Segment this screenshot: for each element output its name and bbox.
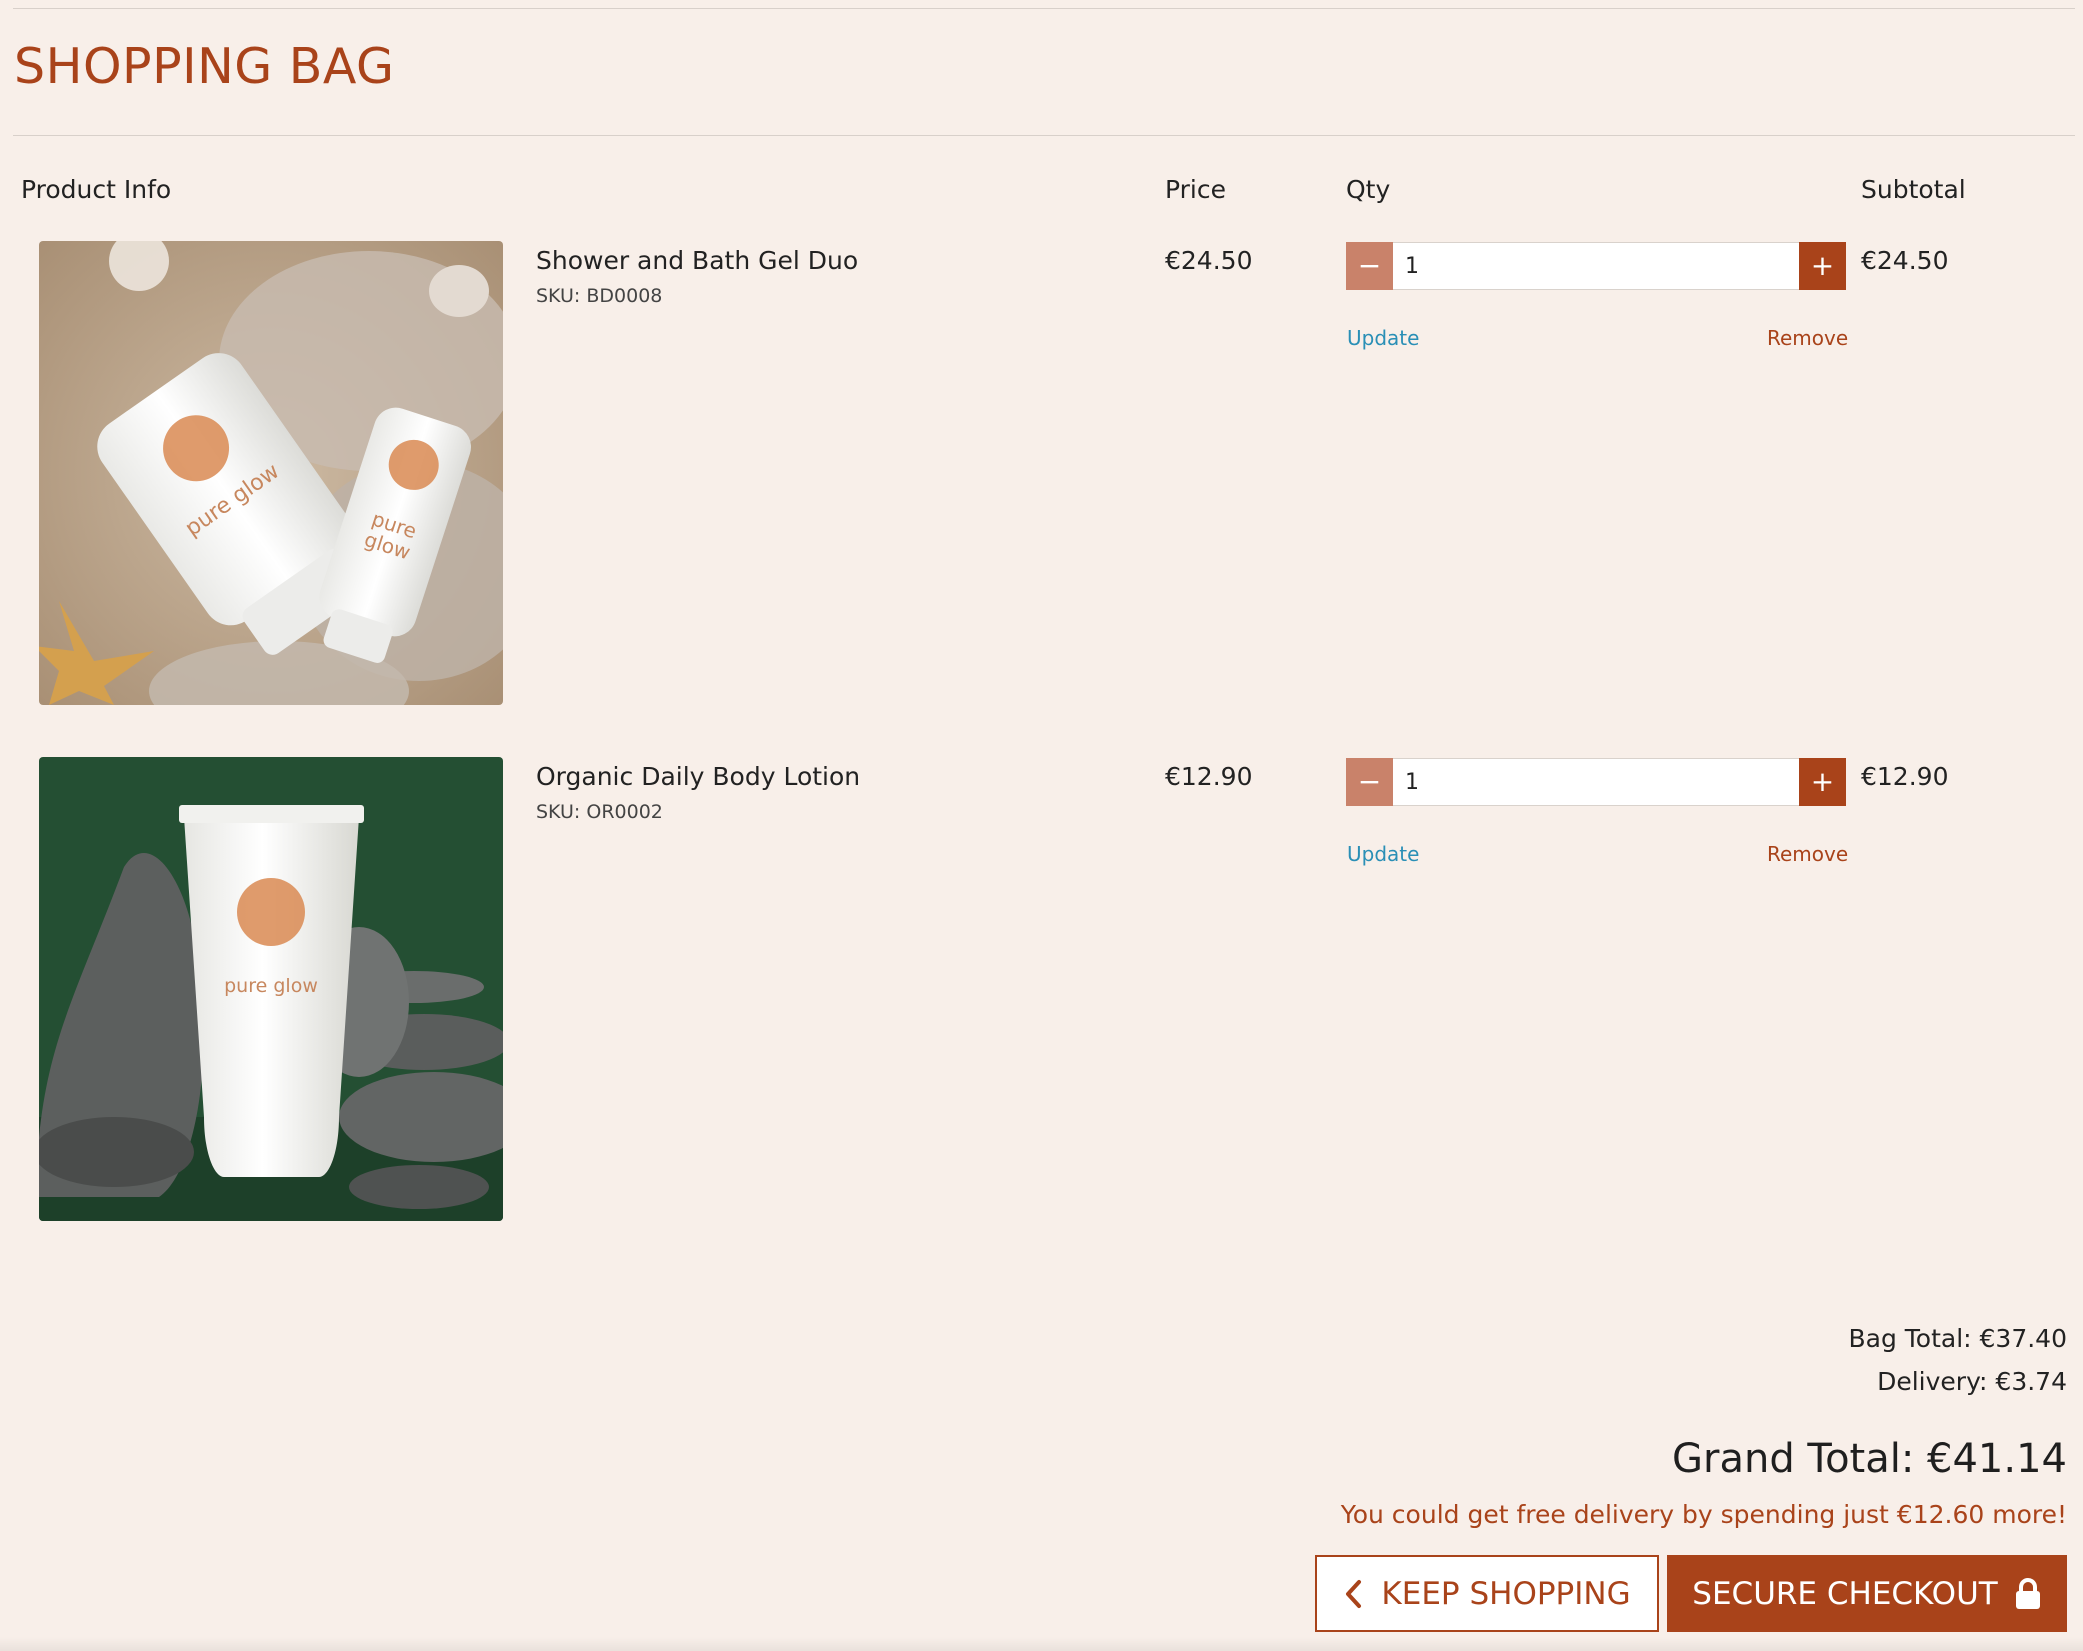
product-image[interactable]: pure glow	[39, 757, 503, 1221]
bottom-shadow	[0, 1637, 2083, 1651]
qty-increase-button[interactable]: +	[1799, 758, 1846, 806]
product-price: €12.90	[1165, 762, 1253, 791]
grand-total: Grand Total: €41.14	[1672, 1436, 2067, 1482]
product-subtotal: €24.50	[1861, 246, 1949, 275]
product-subtotal: €12.90	[1861, 762, 1949, 791]
update-link[interactable]: Update	[1347, 840, 1419, 868]
qty-decrease-button[interactable]: −	[1346, 758, 1393, 806]
delivery-cost: Delivery: €3.74	[1877, 1367, 2067, 1396]
minus-icon: −	[1357, 765, 1382, 798]
chevron-left-icon	[1343, 1579, 1363, 1609]
free-delivery-message: You could get free delivery by spending …	[1340, 1500, 2067, 1529]
secure-checkout-label: SECURE CHECKOUT	[1692, 1575, 1998, 1612]
plus-icon: +	[1810, 765, 1835, 798]
shopping-bag-page: SHOPPING BAG Product Info Price Qty Subt…	[0, 0, 2083, 1651]
qty-input[interactable]	[1393, 758, 1799, 806]
product-name[interactable]: Organic Daily Body Lotion	[536, 760, 860, 794]
bag-total: Bag Total: €37.40	[1848, 1324, 2067, 1353]
title-divider	[13, 135, 2075, 136]
quantity-stepper: − +	[1346, 242, 1846, 290]
keep-shopping-label: KEEP SHOPPING	[1381, 1575, 1631, 1612]
remove-link[interactable]: Remove	[1767, 324, 1848, 352]
qty-increase-button[interactable]: +	[1799, 242, 1846, 290]
column-header-price: Price	[1165, 175, 1226, 204]
column-header-subtotal: Subtotal	[1861, 175, 1966, 204]
column-header-qty: Qty	[1346, 175, 1391, 204]
product-sku: SKU: OR0002	[536, 801, 663, 823]
minus-icon: −	[1357, 249, 1382, 282]
qty-decrease-button[interactable]: −	[1346, 242, 1393, 290]
product-price: €24.50	[1165, 246, 1253, 275]
remove-link[interactable]: Remove	[1767, 840, 1848, 868]
product-sku: SKU: BD0008	[536, 285, 663, 307]
product-image[interactable]: pure glow pure glow	[39, 241, 503, 705]
plus-icon: +	[1810, 249, 1835, 282]
quantity-stepper: − +	[1346, 758, 1846, 806]
column-header-product-info: Product Info	[21, 175, 172, 204]
lock-icon	[2014, 1577, 2042, 1610]
keep-shopping-button[interactable]: KEEP SHOPPING	[1315, 1555, 1659, 1632]
top-divider	[13, 8, 2075, 9]
page-title: SHOPPING BAG	[14, 38, 395, 95]
product-name[interactable]: Shower and Bath Gel Duo	[536, 244, 858, 278]
secure-checkout-button[interactable]: SECURE CHECKOUT	[1667, 1555, 2067, 1632]
update-link[interactable]: Update	[1347, 324, 1419, 352]
product-brand-text: pure glow	[224, 975, 318, 997]
qty-input[interactable]	[1393, 242, 1799, 290]
